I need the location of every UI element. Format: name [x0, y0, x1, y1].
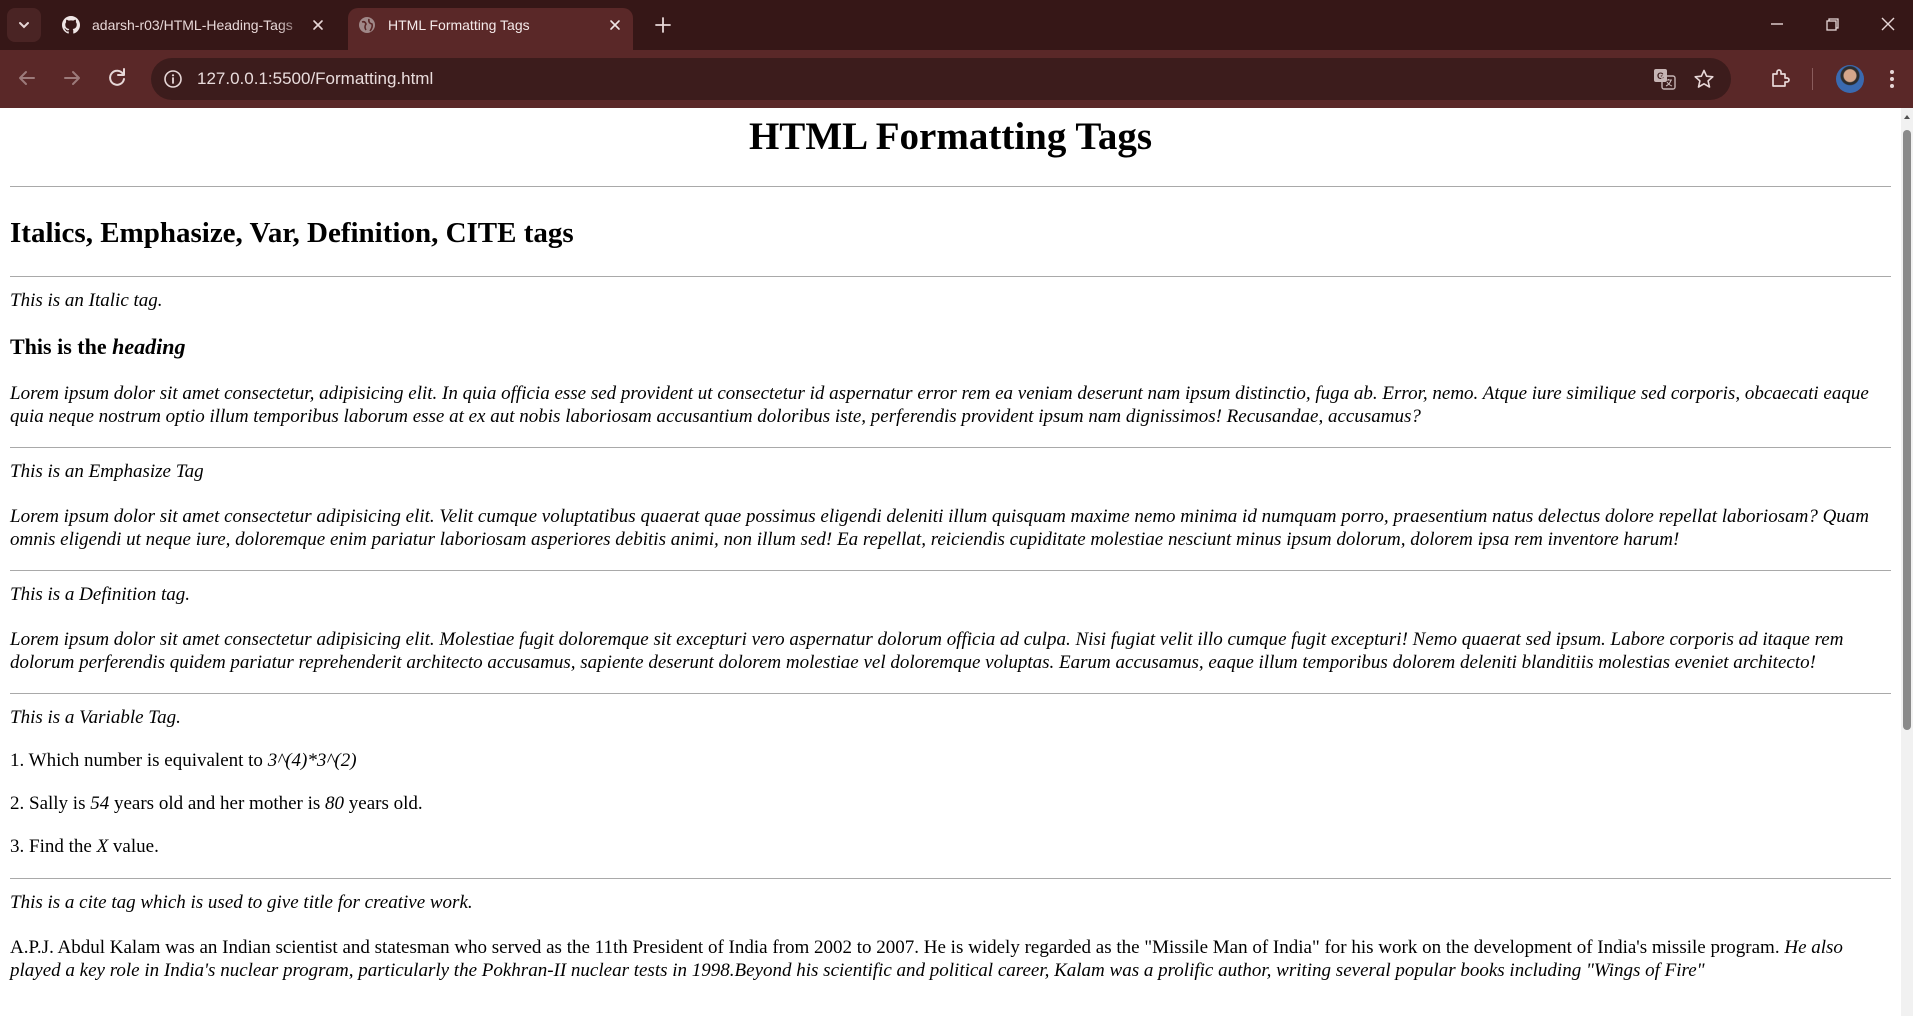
q2-text-a: 2. Sally is: [10, 793, 91, 814]
browser-toolbar: 127.0.0.1:5500/Formatting.html G: [0, 50, 1913, 108]
github-icon: [62, 16, 80, 34]
q2-text-b: years old and her mother is: [109, 793, 326, 814]
extensions-icon[interactable]: [1768, 66, 1792, 90]
more-menu-icon[interactable]: [1882, 67, 1902, 91]
q2-text-c: years old.: [344, 793, 423, 814]
heading-italic-text: heading: [112, 334, 186, 359]
toolbar-divider: [1812, 68, 1813, 90]
emphasize-paragraph: Lorem ipsum dolor sit amet consectetur a…: [10, 506, 1870, 550]
tab-strip: adarsh-r03/HTML-Heading-Tags HTML Format…: [0, 0, 1913, 50]
tab-title: adarsh-r03/HTML-Heading-Tags: [92, 17, 293, 33]
q1-var: 3^(4)*3^(2): [267, 750, 357, 771]
q1-text: 1. Which number is equivalent to: [10, 750, 268, 771]
forward-icon[interactable]: [59, 65, 85, 91]
q3-text-a: 3. Find the: [10, 836, 97, 857]
address-bar[interactable]: 127.0.0.1:5500/Formatting.html G: [151, 58, 1731, 100]
cite-plain-text: A.P.J. Abdul Kalam was an Indian scienti…: [10, 937, 1780, 958]
close-icon[interactable]: [310, 17, 326, 33]
definition-paragraph: Lorem ipsum dolor sit amet consectetur a…: [10, 629, 1844, 673]
italic-paragraph: Lorem ipsum dolor sit amet consectetur, …: [10, 383, 1869, 427]
vertical-scrollbar[interactable]: [1901, 108, 1913, 1016]
question-3: 3. Find the X value.: [10, 835, 1891, 858]
variable-tag-label: This is a Variable Tag.: [10, 707, 181, 728]
tab-formatting[interactable]: HTML Formatting Tags: [348, 8, 633, 50]
question-1: 1. Which number is equivalent to 3^(4)*3…: [10, 749, 1891, 772]
page-viewport: HTML Formatting Tags Italics, Emphasize,…: [0, 108, 1901, 1016]
profile-avatar[interactable]: [1836, 65, 1864, 93]
definition-tag-label: This is a Definition tag.: [10, 584, 190, 605]
translate-icon[interactable]: G: [1653, 68, 1677, 90]
cite-tag-label: This is a cite tag which is used to give…: [10, 892, 473, 913]
chevron-down-icon: [19, 22, 29, 29]
page-content: HTML Formatting Tags Italics, Emphasize,…: [0, 108, 1901, 982]
page-title: HTML Formatting Tags: [748, 115, 1153, 158]
scrollbar-thumb[interactable]: [1903, 130, 1911, 730]
divider: [10, 276, 1891, 277]
minimize-icon[interactable]: [1765, 12, 1789, 36]
scroll-up-arrow-icon[interactable]: [1903, 112, 1911, 122]
divider: [10, 878, 1891, 879]
url-text[interactable]: 127.0.0.1:5500/Formatting.html: [197, 69, 433, 89]
q3-var: X: [96, 836, 109, 857]
heading-plain-text: This is the: [10, 334, 113, 359]
divider: [10, 186, 1891, 187]
close-icon[interactable]: [607, 17, 623, 33]
tab-github[interactable]: adarsh-r03/HTML-Heading-Tags: [54, 8, 336, 42]
tab-title: HTML Formatting Tags: [388, 17, 530, 33]
italic-heading: This is the heading: [10, 334, 1891, 360]
emphasize-tag-label: This is an Emphasize Tag: [10, 461, 204, 482]
q3-text-b: value.: [108, 836, 159, 857]
divider: [10, 570, 1891, 571]
q2-var-2: 80: [325, 793, 345, 814]
q2-var-1: 54: [90, 793, 110, 814]
cite-paragraph: A.P.J. Abdul Kalam was an Indian scienti…: [10, 936, 1891, 982]
back-icon[interactable]: [14, 65, 40, 91]
question-2: 2. Sally is 54 years old and her mother …: [10, 792, 1891, 815]
bookmark-star-icon[interactable]: [1693, 68, 1715, 90]
section-heading: Italics, Emphasize, Var, Definition, CIT…: [10, 217, 574, 249]
new-tab-icon[interactable]: [652, 14, 674, 36]
site-info-icon[interactable]: [163, 69, 183, 89]
globe-icon: [359, 17, 375, 33]
close-window-icon[interactable]: [1876, 12, 1900, 36]
divider: [10, 447, 1891, 448]
divider: [10, 693, 1891, 694]
restore-icon[interactable]: [1820, 12, 1844, 36]
reload-icon[interactable]: [104, 65, 130, 91]
italic-tag-label: This is an Italic tag.: [10, 290, 163, 311]
tab-search-button[interactable]: [7, 8, 41, 42]
